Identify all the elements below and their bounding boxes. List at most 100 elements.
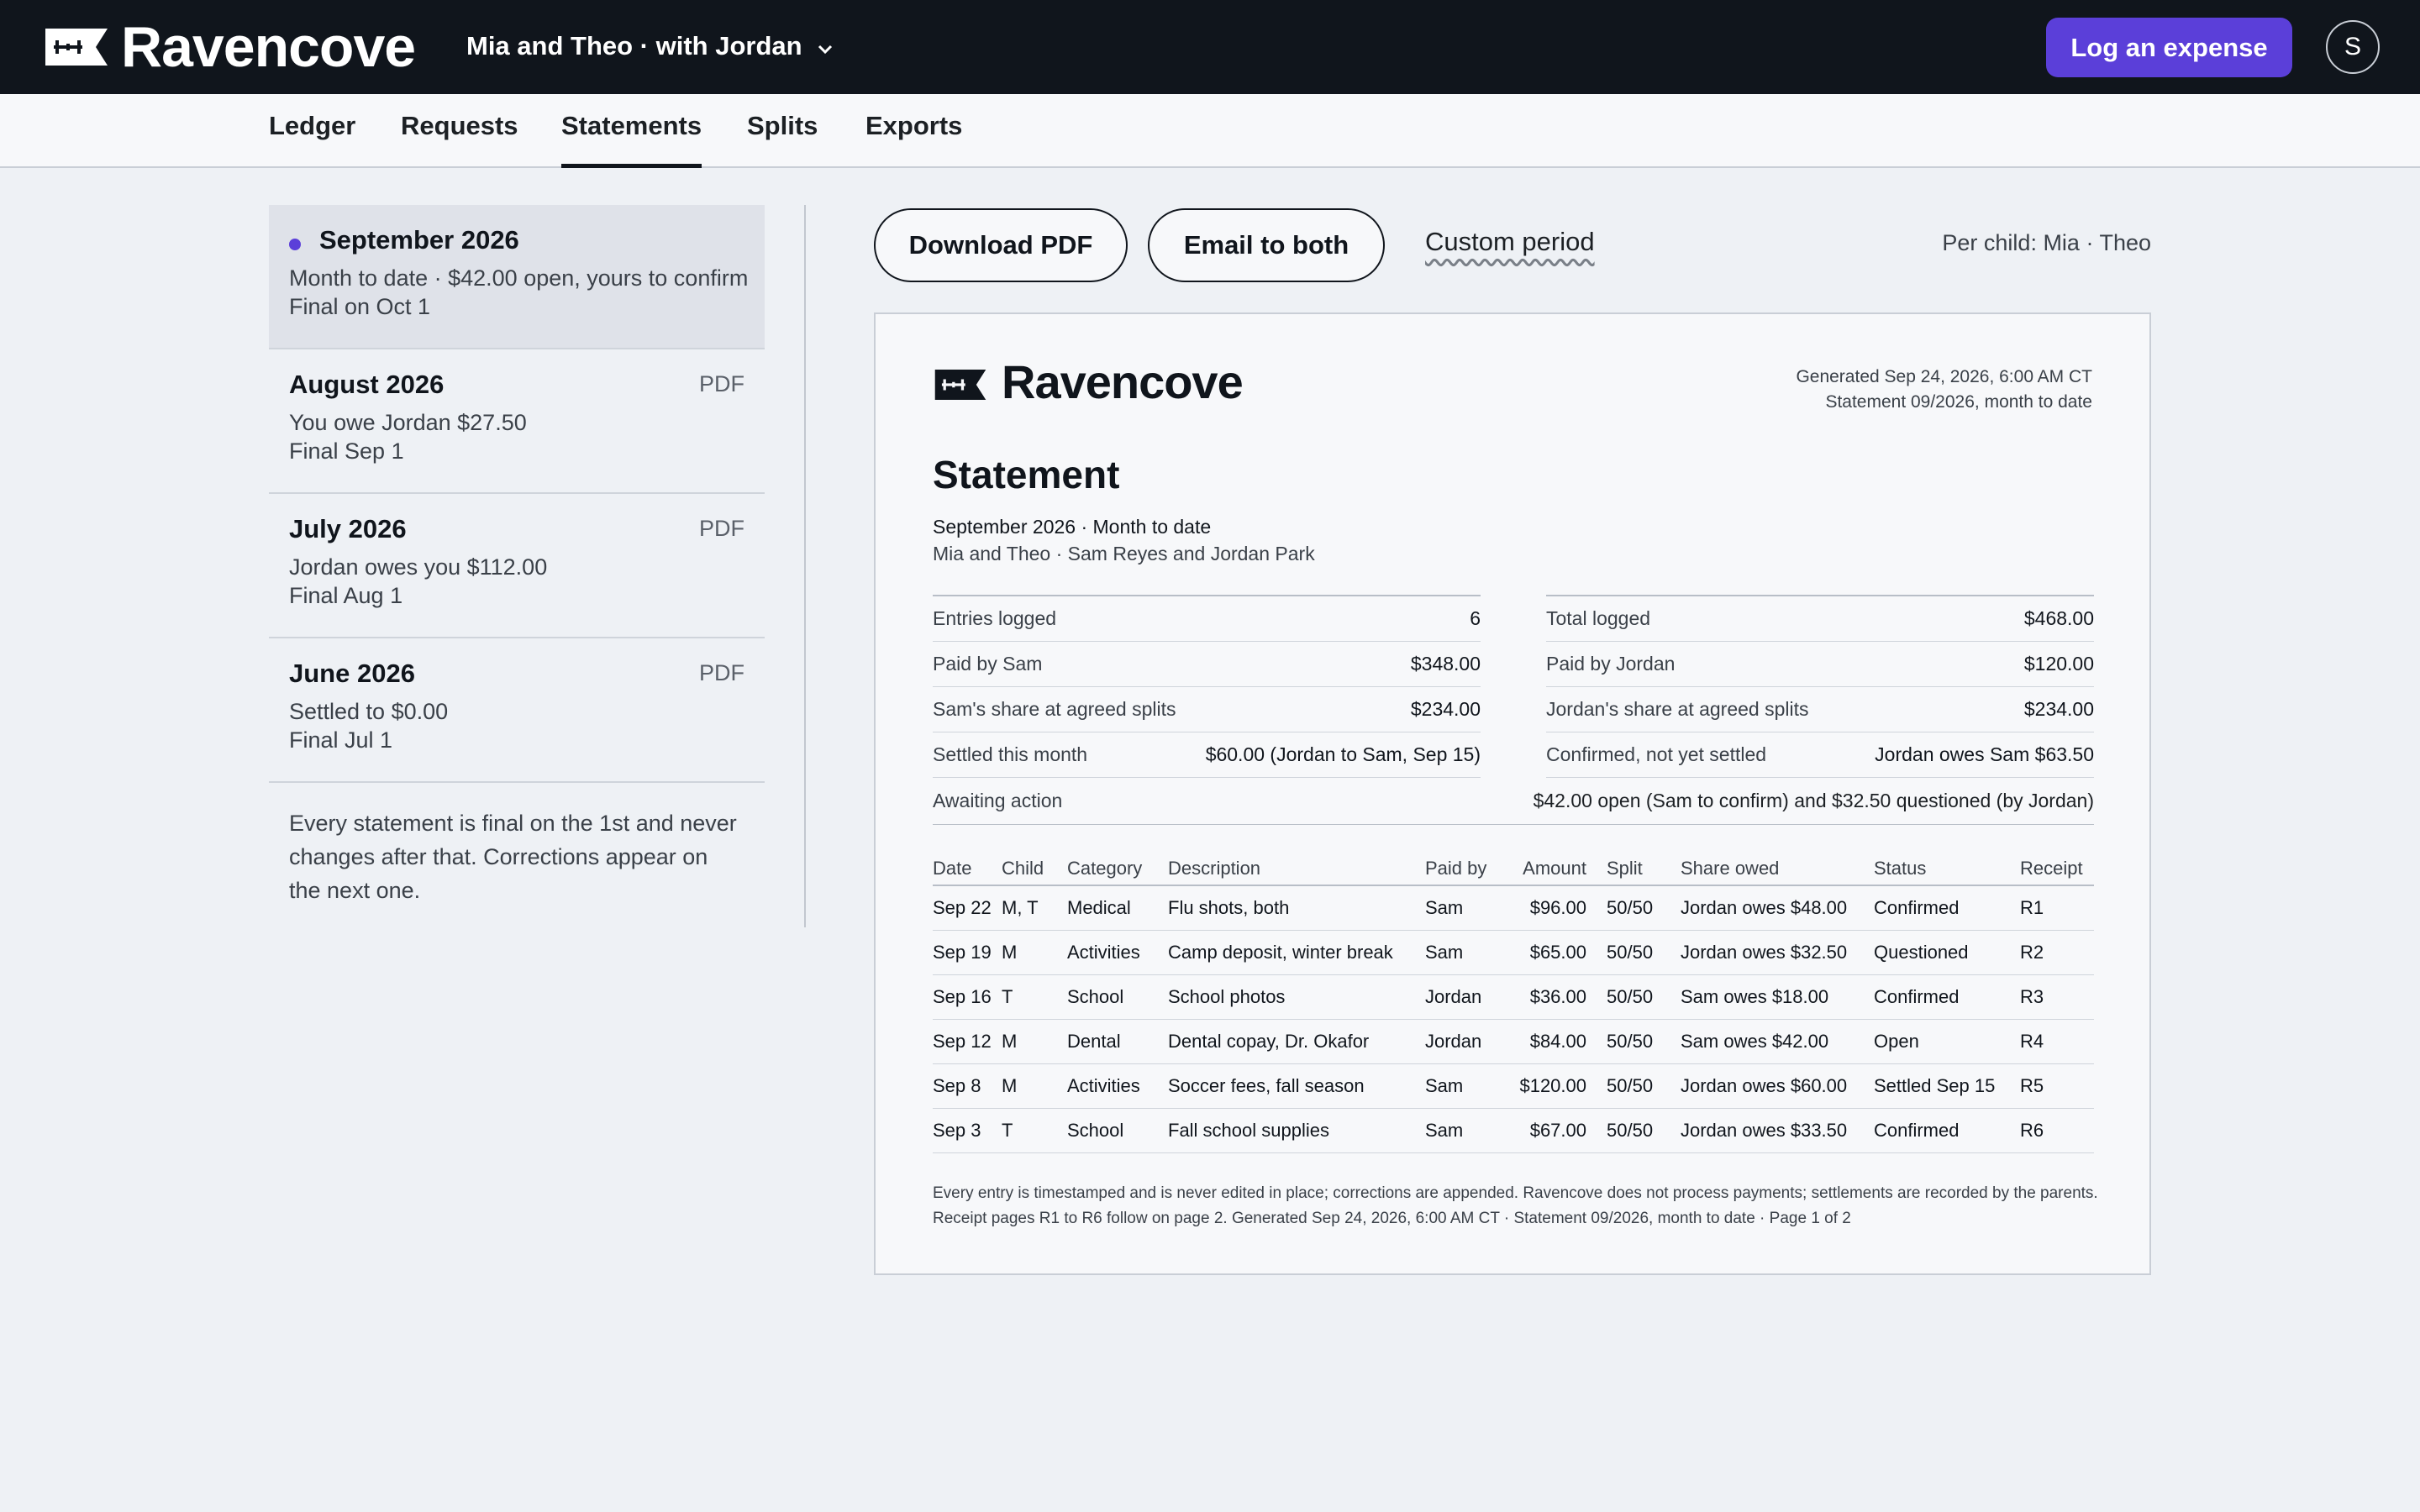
tab-exports[interactable]: Exports (865, 111, 962, 168)
cell-date: Sep 8 (933, 1063, 1002, 1109)
top-bar: Ravencove Mia and Theo · with Jordan Log… (0, 0, 2420, 94)
per-child-filter[interactable]: Per child: Mia · Theo (1942, 230, 2151, 256)
download-pdf-button[interactable]: Download PDF (874, 208, 1128, 282)
cell-child: M (1002, 1019, 1067, 1064)
column-header: Share owed (1681, 852, 1874, 886)
summary-value: $234.00 (1410, 698, 1481, 720)
summary-label: Total logged (1546, 607, 1651, 629)
document-footnote: Every entry is timestamped and is never … (933, 1184, 2098, 1227)
cell-category: Activities (1067, 930, 1168, 975)
cell-amount: $67.00 (1501, 1108, 1607, 1153)
tab-splits[interactable]: Splits (747, 111, 818, 168)
cell-status: Confirmed (1874, 974, 2020, 1020)
cell-split: 50/50 (1607, 1063, 1681, 1109)
cell-status: Confirmed (1874, 1108, 2020, 1153)
log-expense-button[interactable]: Log an expense (2046, 18, 2292, 77)
cell-status: Settled Sep 15 (1874, 1063, 2020, 1109)
summary-label: Awaiting action (933, 790, 1063, 811)
cell-paid-by: Jordan (1425, 1019, 1501, 1064)
cell-split: 50/50 (1607, 885, 1681, 931)
email-both-button[interactable]: Email to both (1148, 208, 1385, 282)
cell-child: M (1002, 930, 1067, 975)
cell-description: Soccer fees, fall season (1168, 1063, 1425, 1109)
column-header: Amount (1501, 852, 1607, 886)
cell-share-owed: Sam owes $42.00 (1681, 1019, 1874, 1064)
summary-row: Total logged $468.00 (1546, 596, 2094, 642)
tab-ledger[interactable]: Ledger (269, 111, 355, 168)
cell-status: Open (1874, 1019, 2020, 1064)
summary-value: Jordan owes Sam $63.50 (1875, 743, 2094, 765)
column-header: Status (1874, 852, 2020, 886)
brand-name[interactable]: Ravencove (121, 15, 416, 79)
cell-description: Dental copay, Dr. Okafor (1168, 1019, 1425, 1064)
cell-date: Sep 16 (933, 974, 1002, 1020)
cell-receipt: R4 (2020, 1019, 2094, 1064)
statement-summary: Jordan owes you $112.00 (289, 554, 548, 580)
logo-icon (934, 370, 986, 404)
statement-title: August 2026 (289, 370, 445, 399)
pdf-link[interactable]: PDF (699, 516, 744, 542)
tab-requests[interactable]: Requests (401, 111, 518, 168)
cell-amount: $36.00 (1501, 974, 1607, 1020)
summary-right: Total logged $468.00 Paid by Jordan $120.0… (1546, 595, 2094, 778)
cell-paid-by: Sam (1425, 1063, 1501, 1109)
column-header: Paid by (1425, 852, 1501, 886)
current-indicator-icon (289, 239, 301, 250)
cell-receipt: R2 (2020, 930, 2094, 975)
summary-value: $120.00 (2023, 653, 2094, 675)
summary-value: $468.00 (2023, 607, 2094, 629)
pdf-link[interactable]: PDF (699, 660, 744, 686)
cell-split: 50/50 (1607, 930, 1681, 975)
summary-label: Confirmed, not yet settled (1546, 743, 1767, 765)
table-row: Sep 19 M Activities Camp deposit, winter… (933, 930, 2094, 975)
generated-line: Generated Sep 24, 2026, 6:00 AM CT (1796, 367, 2092, 386)
table-row: Sep 12 M Dental Dental copay, Dr. Okafor… (933, 1019, 2094, 1064)
table-row: Sep 16 T School School photos Jordan $36… (933, 974, 2094, 1020)
tab-statements[interactable]: Statements (561, 111, 702, 168)
column-header: Split (1607, 852, 1681, 886)
pdf-link[interactable]: PDF (699, 371, 744, 397)
cell-receipt: R6 (2020, 1108, 2094, 1153)
table-header-row: Date Child Category Description Paid by … (933, 852, 2094, 886)
statement-list: September 2026 Month to date · $42.00 op… (269, 205, 765, 907)
cell-amount: $120.00 (1501, 1063, 1607, 1109)
statement-item-june[interactable]: June 2026 PDF Settled to $0.00 Final Jul… (269, 638, 765, 783)
column-header: Child (1002, 852, 1067, 886)
cell-description: Flu shots, both (1168, 885, 1425, 931)
document-period: September 2026 · Month to date (933, 516, 1212, 538)
statement-document: Ravencove Generated Sep 24, 2026, 6:00 A… (874, 312, 2151, 1275)
group-selector[interactable]: Mia and Theo · with Jordan (466, 27, 833, 66)
cell-receipt: R3 (2020, 974, 2094, 1020)
document-parties: Mia and Theo · Sam Reyes and Jordan Park (933, 543, 1315, 564)
statement-title: September 2026 (319, 225, 519, 255)
cell-share-owed: Jordan owes $32.50 (1681, 930, 1874, 975)
summary-label: Entries logged (933, 607, 1057, 629)
statement-item-august[interactable]: August 2026 PDF You owe Jordan $27.50 Fi… (269, 349, 765, 494)
summary-label: Sam's share at agreed splits (933, 698, 1176, 720)
cell-share-owed: Sam owes $18.00 (1681, 974, 1874, 1020)
statement-summary: Settled to $0.00 (289, 699, 449, 724)
cell-category: School (1067, 974, 1168, 1020)
summary-value: 6 (1470, 607, 1481, 629)
summary-label: Jordan's share at agreed splits (1546, 698, 1809, 720)
cell-amount: $65.00 (1501, 930, 1607, 975)
summary-row: Confirmed, not yet settled Jordan owes Sa… (1546, 732, 2094, 778)
summary-left: Entries logged 6 Paid by Sam $348.00 Sam's… (933, 595, 1481, 778)
statement-item-september[interactable]: September 2026 Month to date · $42.00 op… (269, 205, 765, 349)
statement-item-july[interactable]: July 2026 PDF Jordan owes you $112.00 Fi… (269, 494, 765, 638)
summary-row: Entries logged 6 (933, 596, 1481, 642)
document-generated-info: Generated Sep 24, 2026, 6:00 AM CT State… (1796, 365, 2092, 415)
summary-value: $60.00 (Jordan to Sam, Sep 15) (1205, 743, 1481, 765)
summary-value: $42.00 open (Sam to confirm) and $32.50 … (1533, 790, 2094, 811)
statement-title: July 2026 (289, 514, 407, 543)
summary-row: Paid by Sam $348.00 (933, 642, 1481, 687)
logo-icon (45, 29, 108, 70)
statement-id-line: Statement 09/2026, month to date (1825, 392, 2092, 412)
document-brand: Ravencove (1002, 355, 1244, 408)
cell-paid-by: Sam (1425, 1108, 1501, 1153)
avatar[interactable]: S (2326, 20, 2380, 74)
column-header: Description (1168, 852, 1425, 886)
custom-period-link[interactable]: Custom period (1425, 227, 1595, 257)
cell-share-owed: Jordan owes $33.50 (1681, 1108, 1874, 1153)
chevron-down-icon (818, 31, 833, 61)
